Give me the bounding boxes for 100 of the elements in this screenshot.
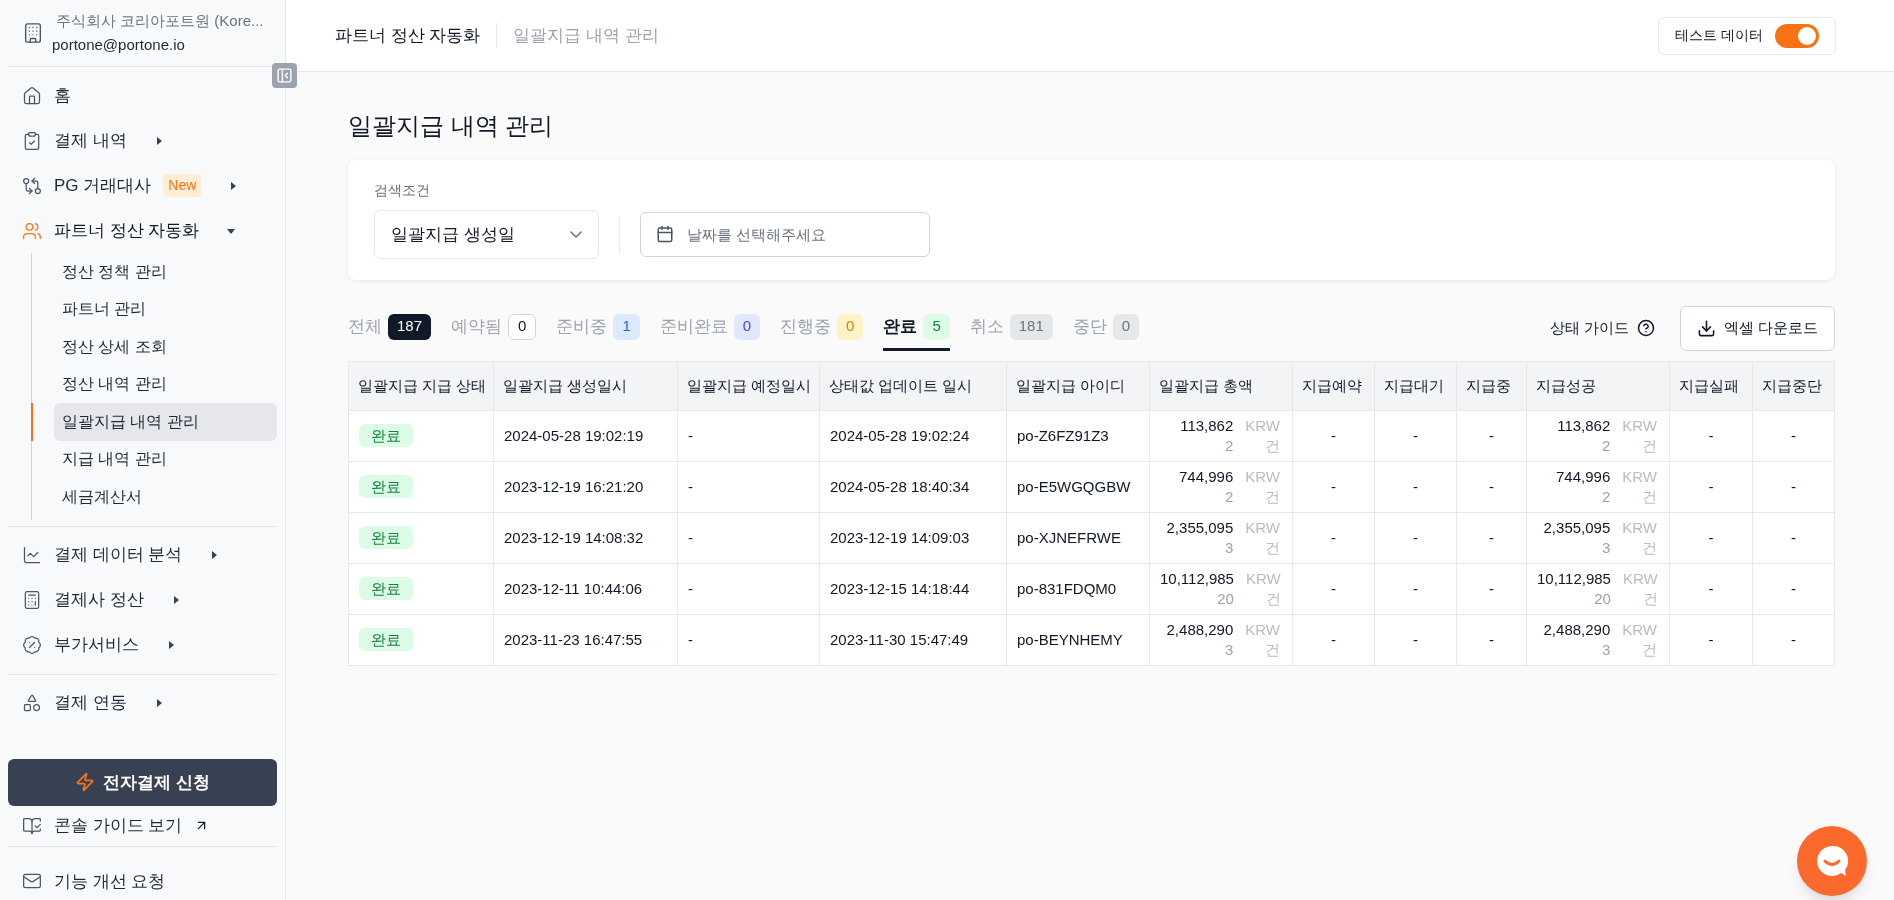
nav-subitem[interactable]: 파트너 관리 <box>54 290 277 329</box>
amount: 2,488,290 <box>1165 620 1234 640</box>
help-icon <box>1636 319 1655 337</box>
count-unit: 건 <box>1641 487 1657 507</box>
status-tab[interactable]: 완료 5 <box>883 305 950 351</box>
table-cell: - <box>1331 579 1336 597</box>
column-header: 일괄지급 총액 <box>1159 376 1254 394</box>
date-range-field[interactable]: 날짜를 선택해주세요 <box>640 212 930 257</box>
amount: 2,488,290 <box>1542 620 1611 640</box>
column-header: 일괄지급 아이디 <box>1016 376 1126 394</box>
status-tab[interactable]: 예약됨 0 <box>451 305 537 351</box>
test-data-switch[interactable] <box>1775 23 1819 48</box>
nav-item[interactable]: 홈 <box>8 73 277 119</box>
table-cell: po-BEYNHEMY <box>1017 630 1123 648</box>
table-cell: po-Z6FZ91Z3 <box>1017 426 1109 444</box>
table-cell: - <box>1791 579 1796 597</box>
column-header: 지급성공 <box>1536 376 1596 394</box>
nav-item[interactable]: 부가서비스 <box>8 622 277 668</box>
currency: KRW <box>1622 467 1657 487</box>
console-guide-link[interactable]: 콘솔 가이드 보기 <box>8 805 277 847</box>
table-cell: 2023-12-19 14:09:03 <box>830 528 970 546</box>
table-cell: - <box>688 630 693 648</box>
currency: KRW <box>1245 467 1280 487</box>
amount: 10,112,985 <box>1537 569 1611 589</box>
count: 2 <box>1223 487 1234 507</box>
amount: 113,862 <box>1179 416 1234 436</box>
table-cell: - <box>1413 630 1418 648</box>
count: 3 <box>1223 640 1234 660</box>
nav-subitem[interactable]: 정산 내역 관리 <box>54 365 277 404</box>
clipboard-icon <box>22 130 42 151</box>
nav-item[interactable]: PG 거래대사 New <box>8 163 277 209</box>
line-chart-icon <box>22 545 42 566</box>
apply-payment-button[interactable]: 전자결제 신청 <box>8 759 277 806</box>
percent-badge-icon <box>22 635 42 656</box>
collapse-sidebar-button[interactable] <box>272 63 297 88</box>
status-guide-button[interactable]: 상태 가이드 <box>1549 316 1655 340</box>
company-name: 주식회사 코리아포트원 (Kore... <box>56 11 264 32</box>
feedback-link[interactable]: 기능 개선 요청 <box>8 862 277 900</box>
table-cell: - <box>1791 426 1796 444</box>
chat-button[interactable] <box>1797 826 1867 896</box>
count-unit: 건 <box>1641 538 1657 558</box>
search-label: 검색조건 <box>374 181 431 200</box>
table-cell: - <box>1489 630 1494 648</box>
currency: KRW <box>1622 416 1657 436</box>
table-cell: - <box>688 477 693 495</box>
table-cell: - <box>1791 528 1796 546</box>
nav-item[interactable]: 결제사 정산 <box>8 577 277 623</box>
table-cell: - <box>1791 477 1796 495</box>
table-cell: - <box>1489 426 1494 444</box>
column-header: 일괄지급 지급 상태 <box>358 376 487 394</box>
nav-subitem[interactable]: 정산 상세 조회 <box>54 328 277 366</box>
currency: KRW <box>1245 416 1280 436</box>
status-badge: 완료 <box>359 627 413 651</box>
status-tab[interactable]: 준비완료 0 <box>659 305 761 351</box>
table-cell: po-831FDQM0 <box>1017 579 1117 597</box>
nav-item[interactable]: 결제 내역 <box>8 118 277 164</box>
chevron-down-icon <box>570 231 582 238</box>
status-tab[interactable]: 중단 0 <box>1072 305 1140 351</box>
currency: KRW <box>1245 569 1281 589</box>
status-tab[interactable]: 전체 187 <box>348 305 432 351</box>
table-cell: - <box>688 528 693 546</box>
table-cell: - <box>1413 426 1418 444</box>
nav-label: 결제 내역 <box>54 129 127 152</box>
currency: KRW <box>1622 518 1657 538</box>
amount: 744,996 <box>1555 467 1611 487</box>
nav-subitem[interactable]: 정산 정책 관리 <box>54 253 277 291</box>
table-cell: - <box>1708 630 1714 648</box>
count-unit: 건 <box>1264 436 1280 456</box>
account-email: portone@portone.io <box>52 35 186 56</box>
status-tab[interactable]: 취소 181 <box>969 305 1053 351</box>
excel-download-button[interactable]: 엑셀 다운로드 <box>1679 305 1835 351</box>
nav-label: 결제 데이터 분석 <box>54 544 183 567</box>
status-tab[interactable]: 준비중 1 <box>556 305 640 351</box>
nav-item[interactable]: 결제 데이터 분석 <box>8 532 277 578</box>
status-badge: 완료 <box>359 474 413 498</box>
count: 2 <box>1600 436 1611 456</box>
column-header: 일괄지급 생성일시 <box>503 376 628 394</box>
nav-label: 부가서비스 <box>54 634 139 657</box>
column-header: 일괄지급 예정일시 <box>687 376 812 394</box>
table-cell: - <box>1331 630 1336 648</box>
table-cell: - <box>1331 426 1336 444</box>
count-unit: 건 <box>1641 640 1657 660</box>
nav-item[interactable]: 파트너 정산 자동화 <box>8 208 277 254</box>
table-cell: 2023-12-15 14:18:44 <box>830 579 970 597</box>
table-cell: 2023-12-19 16:21:20 <box>504 477 644 495</box>
home-icon <box>22 85 42 106</box>
table-cell: - <box>1791 630 1796 648</box>
nav-subitem[interactable]: 지급 내역 관리 <box>54 440 277 479</box>
status-badge: 완료 <box>359 525 413 549</box>
count: 20 <box>1216 589 1234 609</box>
table-cell: - <box>1708 528 1714 546</box>
table-cell: - <box>1413 528 1418 546</box>
table-cell: - <box>1413 477 1418 495</box>
table-cell: - <box>1708 426 1714 444</box>
date-type-select[interactable]: 일괄지급 생성일 <box>374 210 599 259</box>
lightning-icon <box>75 772 96 793</box>
breadcrumb-item[interactable]: 파트너 정산 자동화 <box>335 22 498 49</box>
nav-item[interactable]: 결제 연동 <box>8 680 277 726</box>
nav-subitem[interactable]: 세금계산서 <box>54 478 277 516</box>
nav-label: 홈 <box>54 84 71 107</box>
